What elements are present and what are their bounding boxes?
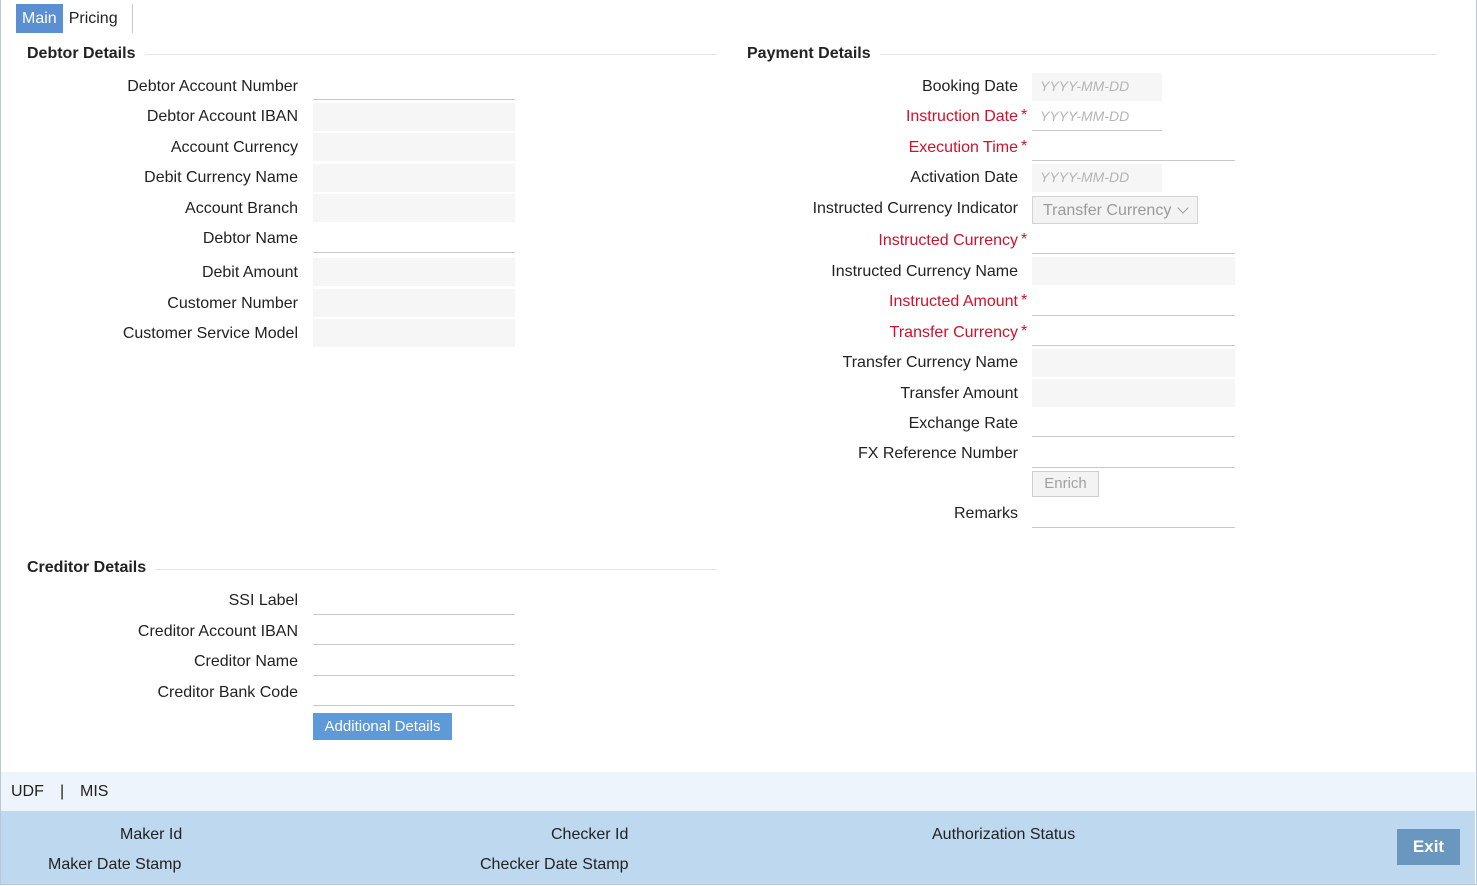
execution-time-input[interactable] [1032, 133, 1235, 161]
required-marker: * [1021, 231, 1028, 248]
debtor-account-iban-field [313, 103, 515, 131]
debtor-account-iban-label: Debtor Account IBAN [146, 108, 298, 125]
creditor-bank-code-label: Creditor Bank Code [157, 684, 298, 701]
booking-date-field: YYYY-MM-DD [1032, 73, 1162, 101]
mis-link[interactable]: MIS [80, 783, 108, 801]
transfer-amount-label: Transfer Amount [900, 385, 1018, 402]
instructed-currency-indicator-value: Transfer Currency [1043, 202, 1172, 219]
instructed-currency-name-field [1032, 257, 1235, 285]
fx-reference-number-label: FX Reference Number [857, 445, 1018, 462]
activation-date-field: YYYY-MM-DD [1032, 164, 1162, 192]
transfer-currency-input[interactable] [1032, 318, 1235, 346]
required-marker: * [1021, 292, 1028, 309]
booking-date-label: Booking Date [921, 78, 1018, 95]
debit-currency-name-label: Debit Currency Name [144, 169, 298, 186]
checker-id-label: Checker Id [551, 826, 629, 843]
creditor-name-label: Creditor Name [193, 653, 298, 670]
instructed-currency-input[interactable] [1032, 226, 1235, 254]
payment-section-rule [880, 54, 1437, 55]
transfer-amount-field [1032, 379, 1235, 407]
account-branch-field [313, 194, 515, 222]
transfer-currency-name-label: Transfer Currency Name [842, 354, 1018, 371]
payment-details-title: Payment Details [747, 45, 871, 62]
instruction-date-placeholder: YYYY-MM-DD [1040, 108, 1130, 124]
tab-pricing[interactable]: Pricing [63, 4, 124, 33]
customer-number-label: Customer Number [167, 295, 298, 312]
instructed-amount-input[interactable] [1032, 288, 1235, 316]
udf-link[interactable]: UDF [11, 783, 44, 801]
tab-main[interactable]: Main [16, 4, 63, 33]
enrich-button[interactable]: Enrich [1032, 471, 1099, 497]
authorization-status-label: Authorization Status [932, 826, 1076, 843]
customer-service-model-label: Customer Service Model [122, 325, 298, 342]
exchange-rate-label: Exchange Rate [908, 415, 1018, 432]
creditor-account-iban-input[interactable] [313, 617, 515, 645]
required-marker: * [1021, 138, 1028, 155]
debtor-details-title: Debtor Details [27, 45, 136, 62]
creditor-section-rule [155, 569, 717, 570]
udf-mis-separator: | [60, 783, 65, 800]
exit-button[interactable]: Exit [1397, 829, 1460, 865]
instructed-currency-indicator-label: Instructed Currency Indicator [812, 200, 1018, 217]
execution-time-label: Execution Time [908, 139, 1018, 156]
remarks-input[interactable] [1032, 500, 1235, 528]
required-marker: * [1021, 323, 1028, 340]
debtor-name-input[interactable] [313, 225, 515, 253]
account-currency-field [313, 133, 515, 161]
debit-amount-label: Debit Amount [201, 264, 298, 281]
creditor-bank-code-input[interactable] [313, 678, 515, 706]
creditor-account-iban-label: Creditor Account IBAN [137, 623, 298, 640]
remarks-label: Remarks [953, 505, 1018, 522]
debtor-name-label: Debtor Name [202, 230, 298, 247]
creditor-details-title: Creditor Details [27, 559, 147, 576]
instructed-currency-indicator-select[interactable]: Transfer Currency [1032, 196, 1198, 224]
instructed-currency-label: Instructed Currency [878, 232, 1018, 249]
tab-divider [132, 4, 133, 33]
tab-bar: Main Pricing [16, 4, 124, 34]
debtor-section-rule [145, 54, 717, 55]
audit-footer: Maker Id Maker Date Stamp Checker Id Che… [1, 811, 1475, 884]
additional-details-button[interactable]: Additional Details [313, 713, 452, 740]
account-currency-label: Account Currency [170, 139, 298, 156]
transfer-currency-label: Transfer Currency [889, 324, 1018, 341]
instructed-amount-label: Instructed Amount [889, 293, 1018, 310]
activation-date-label: Activation Date [910, 169, 1018, 186]
maker-id-label: Maker Id [120, 826, 183, 843]
booking-date-placeholder: YYYY-MM-DD [1040, 78, 1130, 94]
account-branch-label: Account Branch [185, 200, 298, 217]
window-frame [0, 0, 1477, 885]
instruction-date-label: Instruction Date [905, 108, 1018, 125]
exchange-rate-input[interactable] [1032, 409, 1235, 437]
instructed-currency-name-label: Instructed Currency Name [831, 263, 1018, 280]
debtor-account-number-label: Debtor Account Number [127, 78, 298, 95]
transfer-currency-name-field [1032, 349, 1235, 377]
checker-date-stamp-label: Checker Date Stamp [480, 856, 629, 873]
debtor-account-number-input[interactable] [313, 72, 515, 100]
maker-date-stamp-label: Maker Date Stamp [48, 856, 182, 873]
chevron-down-icon [1177, 202, 1189, 214]
ssi-label-input[interactable] [313, 587, 515, 615]
customer-service-model-field [313, 319, 515, 347]
required-marker: * [1021, 107, 1028, 124]
fx-reference-number-input[interactable] [1032, 440, 1235, 468]
ssi-label-label: SSI Label [228, 592, 298, 609]
debit-currency-name-field [313, 164, 515, 192]
customer-number-field [313, 289, 515, 317]
debit-amount-field [313, 258, 515, 286]
creditor-name-input[interactable] [313, 648, 515, 676]
activation-date-placeholder: YYYY-MM-DD [1040, 169, 1130, 185]
udf-mis-bar: UDF | MIS [1, 772, 1475, 811]
instruction-date-input[interactable]: YYYY-MM-DD [1032, 103, 1162, 131]
